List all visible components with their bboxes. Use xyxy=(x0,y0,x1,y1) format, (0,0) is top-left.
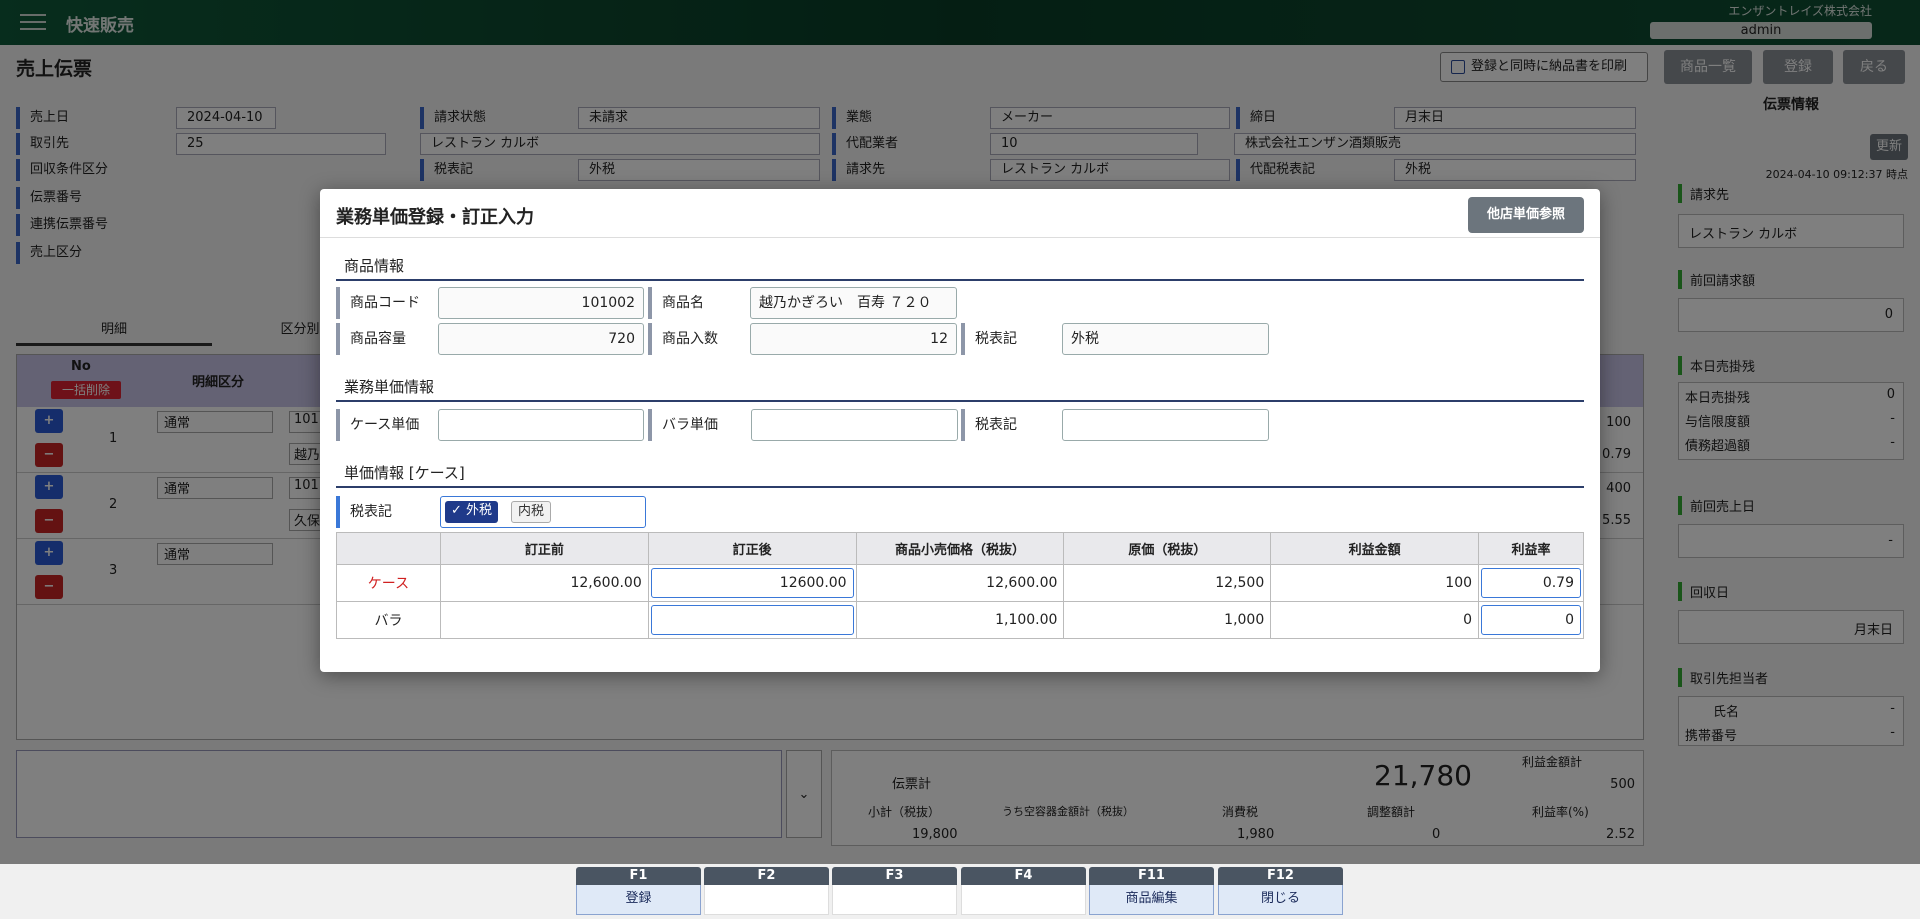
fkey-code: F2 xyxy=(704,867,829,885)
table-row: ケース 12,600.00 12600.00 12,600.00 12,500 … xyxy=(336,564,1584,602)
capacity-label: 商品容量 xyxy=(336,323,436,355)
fkey-code: F11 xyxy=(1089,867,1214,885)
bara-price-label: バラ単価 xyxy=(648,409,748,441)
col-header-before: 訂正前 xyxy=(439,532,649,565)
product-tax-value: 外税 xyxy=(1062,323,1269,355)
product-code-value: 101002 xyxy=(438,287,644,319)
other-store-price-button[interactable]: 他店単価参照 xyxy=(1468,197,1584,233)
capacity-value: 720 xyxy=(438,323,644,355)
f11-edit-product-button[interactable]: F11 商品編集 xyxy=(1089,867,1214,915)
cost-value: 1,000 xyxy=(1063,601,1272,639)
profit-value: 100 xyxy=(1270,564,1480,602)
after-input[interactable] xyxy=(650,605,854,635)
f1-register-button[interactable]: F1 登録 xyxy=(576,867,701,915)
after-cell xyxy=(647,601,857,639)
before-value: 12,600.00 xyxy=(439,564,649,602)
quantity-value: 12 xyxy=(750,323,957,355)
cost-value: 12,500 xyxy=(1063,564,1272,602)
fkey-label xyxy=(832,885,957,915)
price-registration-modal: 業務単価登録・訂正入力 他店単価参照 商品情報 商品コード 101002 商品名… xyxy=(320,189,1600,672)
f2-button[interactable]: F2 xyxy=(704,867,829,915)
f4-button[interactable]: F4 xyxy=(961,867,1086,915)
product-code-label: 商品コード xyxy=(336,287,436,319)
fkey-label: 登録 xyxy=(576,885,701,915)
col-header-cost: 原価（税抜） xyxy=(1063,532,1272,565)
f12-close-button[interactable]: F12 閉じる xyxy=(1218,867,1343,915)
fkey-code: F4 xyxy=(961,867,1086,885)
unit-tax-label: 税表記 xyxy=(336,496,436,528)
fkey-code: F1 xyxy=(576,867,701,885)
bara-price-input[interactable] xyxy=(751,409,958,441)
product-tax-label: 税表記 xyxy=(961,323,1061,355)
tax-inclusive-option[interactable]: 内税 xyxy=(511,501,552,523)
row-label-bara: バラ xyxy=(336,601,441,639)
table-row: バラ 1,100.00 1,000 0 0 xyxy=(336,601,1584,639)
fkey-label xyxy=(704,885,829,915)
tax-exclusive-option[interactable]: ✓ 外税 xyxy=(445,501,499,523)
business-tax-label: 税表記 xyxy=(961,409,1061,441)
fkey-code: F3 xyxy=(832,867,957,885)
unit-tax-toggle: ✓ 外税 内税 xyxy=(440,496,646,528)
product-info-section-title: 商品情報 xyxy=(336,255,1584,281)
col-header-after: 訂正後 xyxy=(647,532,857,565)
case-price-label: ケース単価 xyxy=(336,409,436,441)
fkey-label xyxy=(961,885,1086,915)
business-price-section-title: 業務単価情報 xyxy=(336,376,1584,402)
before-value xyxy=(439,601,649,639)
quantity-label: 商品入数 xyxy=(648,323,748,355)
function-key-bar: F1 登録 F2 F3 F4 F11 商品編集 F12 閉じる xyxy=(0,864,1920,919)
table-header-row: 訂正前 訂正後 商品小売価格（税抜） 原価（税抜） 利益金額 利益率 xyxy=(336,532,1584,565)
check-icon: ✓ xyxy=(451,503,467,518)
row-label-case: ケース xyxy=(336,564,441,602)
business-tax-input[interactable] xyxy=(1062,409,1269,441)
col-header-profit: 利益金額 xyxy=(1270,532,1480,565)
tax-exclusive-label: 外税 xyxy=(466,503,493,518)
product-name-label: 商品名 xyxy=(648,287,748,319)
rate-cell: 0 xyxy=(1478,601,1584,639)
f3-button[interactable]: F3 xyxy=(832,867,957,915)
retail-value: 1,100.00 xyxy=(855,601,1065,639)
modal-title: 業務単価登録・訂正入力 xyxy=(336,207,534,228)
rate-input[interactable]: 0 xyxy=(1481,605,1581,635)
unit-price-table: 訂正前 訂正後 商品小売価格（税抜） 原価（税抜） 利益金額 利益率 ケース 1… xyxy=(336,532,1584,639)
col-header xyxy=(336,532,441,565)
retail-value: 12,600.00 xyxy=(855,564,1065,602)
unit-price-section-title: 単価情報 [ケース] xyxy=(336,462,1584,488)
col-header-retail: 商品小売価格（税抜） xyxy=(855,532,1065,565)
rate-input[interactable]: 0.79 xyxy=(1481,568,1581,598)
fkey-label: 商品編集 xyxy=(1089,885,1214,915)
fkey-label: 閉じる xyxy=(1218,885,1343,915)
case-price-input[interactable] xyxy=(438,409,644,441)
rate-cell: 0.79 xyxy=(1478,564,1584,602)
after-input[interactable]: 12600.00 xyxy=(650,568,854,598)
profit-value: 0 xyxy=(1270,601,1480,639)
after-cell: 12600.00 xyxy=(647,564,857,602)
col-header-rate: 利益率 xyxy=(1478,532,1584,565)
fkey-code: F12 xyxy=(1218,867,1343,885)
product-name-value: 越乃かぎろい 百寿 ７２０ xyxy=(750,287,957,319)
divider xyxy=(320,237,1600,238)
